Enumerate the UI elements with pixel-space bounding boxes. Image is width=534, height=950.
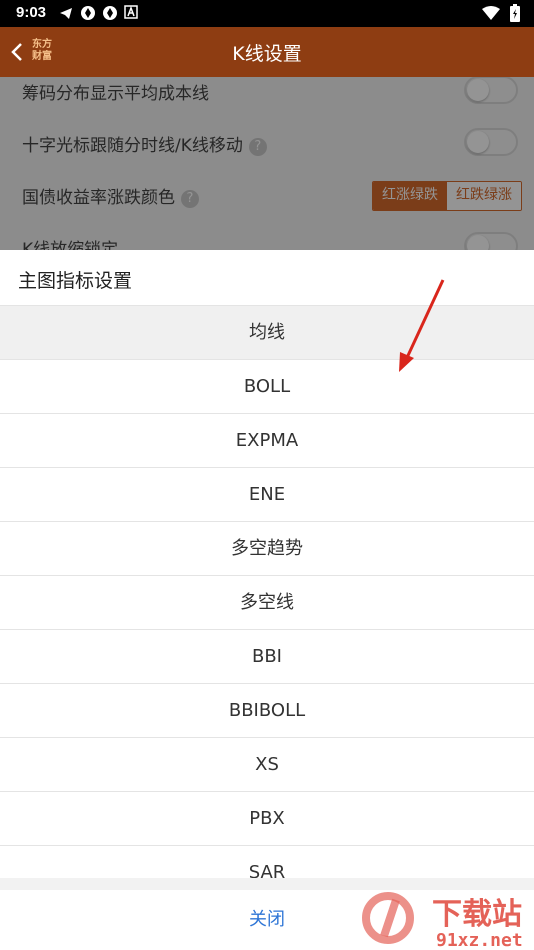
battery-icon bbox=[510, 4, 520, 22]
indicator-item-bbiboll[interactable]: BBIBOLL bbox=[0, 684, 534, 738]
indicator-item-xs[interactable]: XS bbox=[0, 738, 534, 792]
indicator-item-ene[interactable]: ENE bbox=[0, 468, 534, 522]
indicator-item-pbx[interactable]: PBX bbox=[0, 792, 534, 846]
site-watermark-logo: 下载站 91xz.net bbox=[362, 892, 523, 950]
modal-overlay[interactable] bbox=[0, 77, 534, 250]
indicator-list[interactable]: 均线 BOLL EXPMA ENE 多空趋势 多空线 BBI BBIBOLL X… bbox=[0, 305, 534, 879]
app-notification-icon-2 bbox=[103, 6, 117, 20]
app-notification-icon bbox=[81, 6, 95, 20]
indicator-item-sar[interactable]: SAR bbox=[0, 846, 534, 879]
indicator-bottom-sheet: 主图指标设置 均线 BOLL EXPMA ENE 多空趋势 多空线 BBI BB… bbox=[0, 250, 534, 950]
watermark-text-2: 91xz.net bbox=[436, 930, 523, 950]
notification-icons bbox=[58, 5, 138, 21]
status-time: 9:03 bbox=[16, 4, 47, 21]
telegram-icon bbox=[60, 8, 72, 19]
indicator-item-ma[interactable]: 均线 bbox=[0, 306, 534, 360]
system-icons bbox=[482, 4, 520, 22]
wifi-icon bbox=[482, 6, 500, 20]
page-title: K线设置 bbox=[232, 43, 302, 65]
nav-bar: 东方 财富 K线设置 bbox=[0, 27, 534, 77]
sheet-title: 主图指标设置 bbox=[18, 270, 133, 292]
indicator-item-bbi[interactable]: BBI bbox=[0, 630, 534, 684]
indicator-item-expma[interactable]: EXPMA bbox=[0, 414, 534, 468]
indicator-item-long-short-line[interactable]: 多空线 bbox=[0, 576, 534, 630]
watermark-text-1: 下载站 bbox=[432, 897, 522, 932]
status-bar: 9:03 bbox=[0, 0, 534, 27]
indicator-item-trend[interactable]: 多空趋势 bbox=[0, 522, 534, 576]
indicator-item-boll[interactable]: BOLL bbox=[0, 360, 534, 414]
a-box-icon bbox=[124, 5, 138, 19]
